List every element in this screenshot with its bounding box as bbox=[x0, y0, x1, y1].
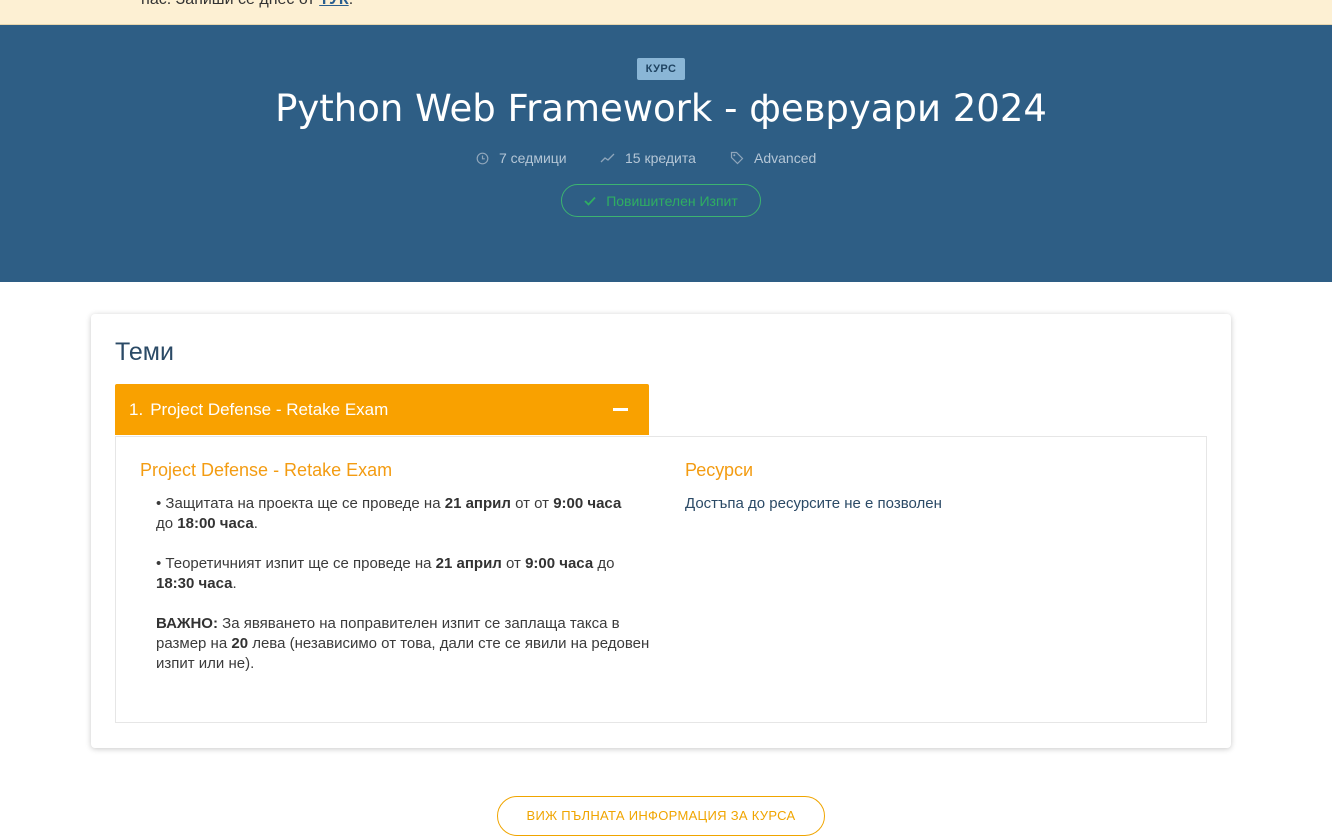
text: до bbox=[593, 555, 615, 572]
retake-exam-label: Повишителен Изпит bbox=[606, 192, 738, 209]
start-time: 9:00 часа bbox=[553, 495, 622, 512]
resources-title: Ресурси bbox=[685, 460, 754, 480]
duration-label: 7 седмици bbox=[499, 150, 567, 166]
topic-header-1[interactable]: 1. Project Defense - Retake Exam bbox=[115, 384, 649, 435]
credits-meta: 15 кредита bbox=[600, 150, 696, 166]
topic-number: 1. bbox=[129, 399, 144, 419]
full-course-info-button[interactable]: ВИЖ ПЪЛНАТА ИНФОРМАЦИЯ ЗА КУРСА bbox=[497, 796, 825, 836]
date: 21 април bbox=[435, 555, 502, 572]
end-time: 18:30 часа bbox=[156, 575, 233, 592]
fee-amount: 20 bbox=[231, 635, 249, 652]
text: • Теоретичният изпит ще се проведе на bbox=[156, 555, 436, 572]
notice-text-before: нас. Запиши се днес от bbox=[141, 0, 319, 8]
exam-schedule-paragraph: • Теоретичният изпит ще се проведе на 21… bbox=[156, 554, 656, 594]
course-title: Python Web Framework - февруари 2024 bbox=[275, 87, 1047, 130]
start-time: 9:00 часа bbox=[525, 555, 594, 572]
topics-title: Теми bbox=[115, 338, 174, 366]
end-time: 18:00 часа bbox=[177, 515, 254, 532]
text: от от bbox=[510, 495, 554, 512]
notice-link[interactable]: ТУК bbox=[319, 0, 349, 8]
check-icon bbox=[584, 196, 596, 206]
retake-exam-button[interactable]: Повишителен Изпит bbox=[561, 184, 761, 217]
course-hero: КУРС Python Web Framework - февруари 202… bbox=[0, 25, 1332, 282]
topic-detail-title: Project Defense - Retake Exam bbox=[140, 460, 393, 480]
topic-title: Project Defense - Retake Exam bbox=[150, 399, 389, 419]
credits-label: 15 кредита bbox=[625, 150, 696, 166]
notice-text: нас. Запиши се днес от ТУК. bbox=[141, 0, 353, 9]
collapse-minus-icon[interactable] bbox=[613, 408, 628, 411]
text: . bbox=[232, 575, 237, 592]
tag-icon bbox=[730, 151, 744, 165]
resources-message: Достъпа до ресурсите не е позволен bbox=[685, 495, 942, 512]
defense-schedule-paragraph: • Защитата на проекта ще се проведе на 2… bbox=[156, 494, 656, 534]
level-label: Advanced bbox=[754, 150, 817, 166]
clock-icon bbox=[476, 152, 489, 164]
duration-meta: 7 седмици bbox=[476, 150, 567, 166]
text: до bbox=[156, 515, 178, 532]
date: 21 април bbox=[444, 495, 511, 512]
topic-description: • Защитата на проекта ще се проведе на 2… bbox=[156, 494, 656, 694]
text: . bbox=[253, 515, 258, 532]
course-type-badge: КУРС bbox=[637, 58, 685, 80]
notice-bar: нас. Запиши се днес от ТУК. bbox=[0, 0, 1332, 25]
important-label: ВАЖНО: bbox=[156, 615, 218, 632]
fee-notice-paragraph: ВАЖНО: За явяването на поправителен изпи… bbox=[156, 614, 656, 674]
text: • Защитата на проекта ще се проведе на bbox=[156, 495, 445, 512]
topics-card: Теми 1. Project Defense - Retake Exam Pr… bbox=[91, 314, 1231, 748]
topic-body-1: Project Defense - Retake Exam • Защитата… bbox=[115, 436, 1207, 723]
trend-icon bbox=[600, 153, 615, 163]
notice-text-after: . bbox=[349, 0, 353, 8]
level-meta: Advanced bbox=[730, 150, 816, 166]
text: от bbox=[501, 555, 526, 572]
course-meta: 7 седмици 15 кредита Advanced bbox=[0, 150, 1332, 170]
